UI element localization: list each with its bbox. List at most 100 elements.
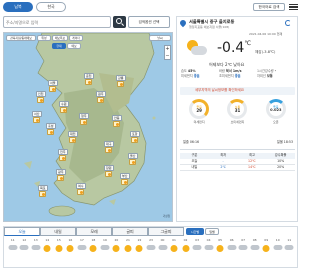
hour-label: 02 bbox=[183, 238, 188, 242]
hour-label: 04 bbox=[206, 238, 211, 242]
hourly-cell: 21 bbox=[122, 239, 134, 267]
option-hourly[interactable]: 시간별 bbox=[186, 228, 204, 235]
sun-icon bbox=[170, 245, 178, 252]
gauge-pm10: 좋음 29 미세먼지 bbox=[183, 99, 215, 137]
weather-marker-icon[interactable] bbox=[129, 159, 136, 165]
cloud-icon bbox=[31, 245, 41, 250]
zoom-out-icon[interactable]: − bbox=[165, 53, 170, 60]
hourly-cell: 10 bbox=[272, 239, 284, 267]
weather-marker-icon[interactable] bbox=[57, 175, 64, 181]
hour-label: 12 bbox=[22, 238, 27, 242]
weather-marker-icon[interactable] bbox=[105, 147, 112, 153]
map-tool-radar[interactable]: 레이더 bbox=[69, 35, 83, 41]
hourly-cell: 12 bbox=[19, 239, 31, 267]
tab-korea[interactable]: 한국 bbox=[36, 2, 66, 12]
weather-marker-icon[interactable] bbox=[105, 171, 112, 177]
hour-label: 16 bbox=[68, 238, 73, 242]
hour-label: 09 bbox=[264, 238, 269, 242]
forecast-tab[interactable]: 글피 bbox=[112, 227, 148, 236]
tab-south[interactable]: 남북 bbox=[3, 2, 33, 12]
weather-marker-icon[interactable] bbox=[131, 137, 138, 143]
sun-icon bbox=[89, 245, 97, 252]
hour-label: 22 bbox=[137, 238, 142, 242]
search-button[interactable] bbox=[113, 16, 126, 28]
hourly-strip[interactable]: 11 12 13 14 15 16 17 18 19 20 21 22 23 00 01 02 03 04 05 06… bbox=[7, 239, 295, 267]
current-weather-icon bbox=[185, 39, 209, 57]
gauge-pm25: 보통 31 초미세먼지 bbox=[221, 99, 253, 137]
filter-current[interactable]: 현재 bbox=[52, 43, 66, 49]
notice-text[interactable]: 세부지역의 날씨정보를 확인하세요 bbox=[195, 88, 244, 92]
refresh-icon[interactable] bbox=[285, 20, 291, 26]
hourly-cell: 04 bbox=[203, 239, 215, 267]
weather-marker-icon[interactable] bbox=[113, 121, 120, 127]
weather-marker-icon[interactable] bbox=[49, 86, 56, 92]
zoom-in-icon[interactable]: + bbox=[165, 46, 170, 53]
option-daily[interactable]: 일별 bbox=[205, 228, 219, 235]
sun-icon bbox=[262, 245, 270, 252]
location-subtitle: 행정지표동 예보지점 서울(108) bbox=[189, 25, 230, 29]
cloud-icon bbox=[19, 245, 29, 250]
hourly-cell: 05 bbox=[214, 239, 226, 267]
hourly-cell: 15 bbox=[53, 239, 65, 267]
weather-marker-icon[interactable] bbox=[33, 117, 40, 123]
map-filter-group: 현재 예보 bbox=[52, 43, 81, 49]
filter-forecast[interactable]: 예보 bbox=[67, 43, 81, 49]
table-row: 내일 2℃ 14℃ 20% bbox=[180, 165, 295, 171]
current-weather-panel: 서울특별시 중구 을지로동 행정지표동 예보지점 서울(108) 2021.04… bbox=[176, 16, 298, 222]
weather-marker-icon[interactable] bbox=[85, 79, 92, 85]
air-quality-gauges: 좋음 29 미세먼지 보통 31 초미세먼지 좋음 0.023 오존 bbox=[180, 99, 295, 137]
weather-marker-icon[interactable] bbox=[37, 97, 44, 103]
sun-icon bbox=[124, 245, 132, 252]
hourly-cell: 13 bbox=[30, 239, 42, 267]
forecast-tab[interactable]: 모레 bbox=[76, 227, 112, 236]
weather-marker-icon[interactable] bbox=[60, 107, 67, 113]
weather-marker-icon[interactable] bbox=[77, 189, 84, 195]
hour-label: 18 bbox=[91, 238, 96, 242]
hourly-cell: 16 bbox=[65, 239, 77, 267]
cloud-icon bbox=[204, 245, 214, 250]
forecast-tabs: 오늘 내일 모레 글피 그글피 bbox=[4, 227, 184, 236]
menu-icon[interactable] bbox=[289, 3, 298, 11]
weather-marker-icon[interactable] bbox=[97, 97, 104, 103]
forecast-tab[interactable]: 그글피 bbox=[148, 227, 184, 236]
forecast-tab[interactable]: 오늘 bbox=[4, 227, 40, 236]
forecast-section: 오늘 내일 모레 글피 그글피 시간별 일별 11 12 13 14 15 16 17 18 1… bbox=[3, 226, 298, 268]
hour-label: 13 bbox=[33, 238, 38, 242]
search-box[interactable] bbox=[3, 16, 111, 28]
weather-marker-icon[interactable] bbox=[39, 191, 46, 197]
weather-marker-icon[interactable] bbox=[59, 155, 66, 161]
hour-label: 10 bbox=[275, 238, 280, 242]
hour-label: 23 bbox=[149, 238, 153, 242]
cloud-icon bbox=[77, 245, 87, 250]
map-tool-stations[interactable]: 관측지점/동네예보 bbox=[6, 35, 36, 41]
feels-like: 체감(-3.8℃) bbox=[255, 50, 276, 54]
detail-item: 초미세먼지 좋음 bbox=[219, 73, 241, 78]
hour-label: 14 bbox=[45, 238, 50, 242]
search-input[interactable] bbox=[4, 17, 99, 27]
cloud-icon bbox=[250, 245, 260, 250]
cloud-icon bbox=[238, 245, 248, 250]
weather-marker-icon[interactable] bbox=[80, 119, 87, 125]
hour-label: 01 bbox=[172, 238, 176, 242]
hourly-cell: 09 bbox=[260, 239, 272, 267]
hour-label: 11 bbox=[287, 238, 292, 242]
map-tool-satellite[interactable]: 위성 bbox=[37, 35, 51, 41]
forecast-tab[interactable]: 내일 bbox=[40, 227, 76, 236]
sun-icon bbox=[182, 245, 190, 252]
search-options-button[interactable]: 검색옵션 선택 bbox=[128, 16, 170, 28]
temp-unit: ℃ bbox=[244, 40, 252, 47]
map-tool-warning[interactable]: 예보특보 bbox=[52, 35, 68, 41]
weather-marker-icon[interactable] bbox=[121, 179, 128, 185]
hourly-cell: 11 bbox=[283, 239, 295, 267]
cloud-icon bbox=[146, 245, 156, 250]
map-toolbar: 관측지점/동네예보 위성 예보특보 레이더 bbox=[6, 35, 83, 41]
weather-map[interactable]: 관측지점/동네예보 위성 예보특보 레이더 현재 예보 날씨 + − 서울 인천… bbox=[3, 32, 173, 222]
hour-label: 21 bbox=[126, 238, 130, 242]
weather-marker-icon[interactable] bbox=[117, 81, 124, 87]
location-name[interactable]: 서울특별시 중구 을지로동 bbox=[189, 19, 234, 24]
map-layer-select[interactable]: 날씨 bbox=[149, 35, 171, 41]
weather-marker-icon[interactable] bbox=[69, 137, 76, 143]
language-button[interactable]: 한국어로 검색 bbox=[253, 3, 285, 11]
sun-icon bbox=[112, 245, 120, 252]
weather-marker-icon[interactable] bbox=[47, 129, 54, 135]
